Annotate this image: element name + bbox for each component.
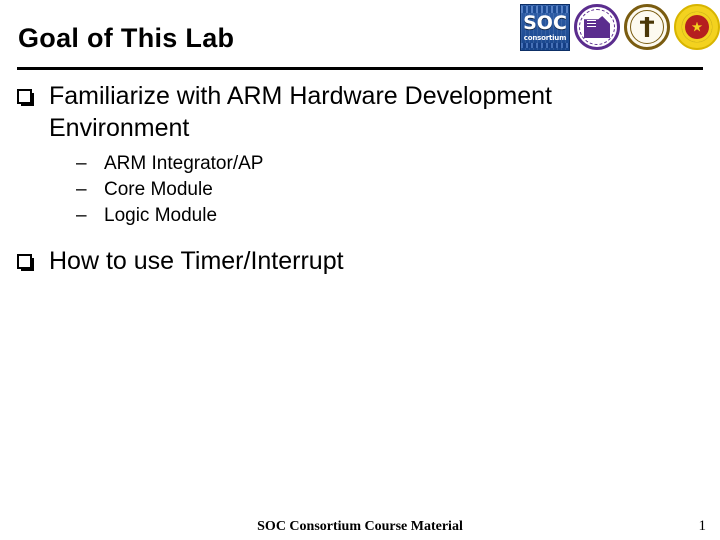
nthu-seal-logo — [674, 4, 720, 50]
soc-logo-top-band — [521, 6, 569, 13]
nctu-seal-emblem-icon — [584, 16, 610, 38]
soc-logo-wordmark: SOC — [523, 12, 567, 34]
slide-canvas: SOC consortium Goal of This Lab Familiar… — [0, 0, 720, 540]
slide-body: Familiarize with ARM Hardware Developmen… — [0, 80, 720, 277]
page-title: Goal of This Lab — [18, 23, 235, 53]
dash-bullet-icon: – — [76, 205, 87, 226]
soc-logo-bottom-band — [521, 43, 569, 48]
dash-bullet-icon: – — [76, 179, 87, 200]
sub-bullet-text: Core Module — [104, 179, 213, 200]
nctu-seal-logo — [574, 4, 620, 50]
footer-label: SOC Consortium Course Material — [257, 519, 463, 534]
sub-bullet-list: – ARM Integrator/AP – Core Module – Logi… — [49, 151, 689, 229]
sub-bullet-text: ARM Integrator/AP — [104, 153, 264, 174]
square-bullet-icon — [17, 80, 32, 112]
square-bullet-icon — [17, 245, 32, 277]
list-item: – Logic Module — [76, 203, 689, 229]
list-item: Familiarize with ARM Hardware Developmen… — [17, 80, 689, 229]
list-item: – Core Module — [76, 177, 689, 203]
title-divider — [17, 67, 703, 70]
list-item: How to use Timer/Interrupt — [17, 245, 689, 277]
bullet-text: How to use Timer/Interrupt — [49, 247, 344, 275]
soc-logo-subtext: consortium — [523, 34, 567, 42]
dash-bullet-icon: – — [76, 153, 87, 174]
bullet-list: Familiarize with ARM Hardware Developmen… — [0, 80, 720, 277]
bullet-text: Familiarize with ARM Hardware Developmen… — [49, 82, 552, 142]
ntu-seal-logo — [624, 4, 670, 50]
logo-strip: SOC consortium — [516, 2, 720, 52]
list-item: – ARM Integrator/AP — [76, 151, 689, 177]
sub-bullet-text: Logic Module — [104, 205, 218, 226]
soc-consortium-logo: SOC consortium — [520, 3, 570, 51]
page-number: 1 — [698, 518, 707, 534]
nthu-seal-emblem-icon — [685, 15, 709, 39]
ntu-seal-emblem-icon — [640, 17, 654, 37]
